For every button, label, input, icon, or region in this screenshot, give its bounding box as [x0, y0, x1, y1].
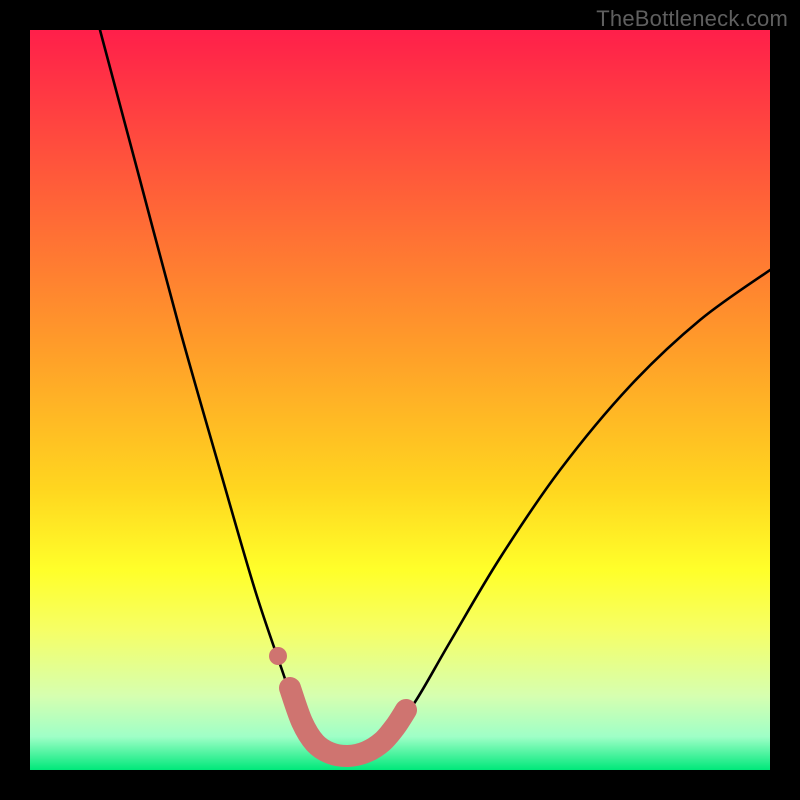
highlight-dot-icon [269, 647, 287, 665]
bottleneck-curve [100, 30, 770, 756]
chart-frame [30, 30, 770, 770]
chart-svg [30, 30, 770, 770]
highlight-band [290, 688, 406, 756]
watermark-text: TheBottleneck.com [596, 6, 788, 32]
